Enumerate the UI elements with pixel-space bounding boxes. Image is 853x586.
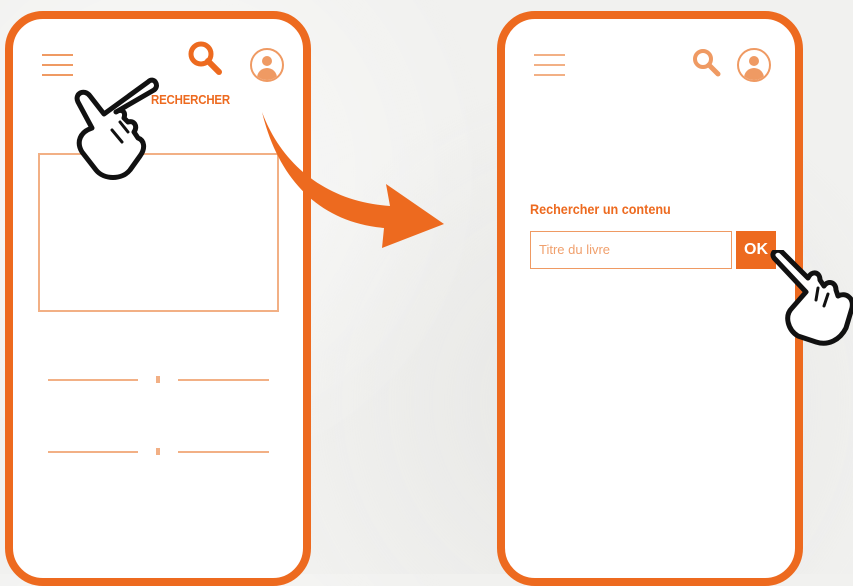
text-placeholder-line bbox=[48, 451, 138, 453]
curved-arrow-icon bbox=[262, 112, 444, 248]
text-placeholder-line bbox=[178, 379, 269, 381]
text-placeholder-line bbox=[178, 451, 269, 453]
search-input[interactable]: Titre du livre bbox=[530, 231, 732, 269]
text-placeholder-dot bbox=[156, 448, 160, 455]
avatar-head bbox=[262, 56, 272, 66]
user-avatar-icon[interactable] bbox=[250, 48, 284, 82]
text-placeholder-line bbox=[48, 379, 138, 381]
avatar-head bbox=[749, 56, 759, 66]
phone-frame-right: Rechercher un contenu Titre du livre OK bbox=[497, 11, 803, 586]
search-icon[interactable] bbox=[186, 39, 226, 79]
avatar-shoulders bbox=[744, 68, 764, 80]
text-placeholder-dot bbox=[156, 376, 160, 383]
pointing-hand-icon bbox=[74, 77, 159, 180]
user-avatar-icon[interactable] bbox=[737, 48, 771, 82]
search-icon[interactable] bbox=[691, 47, 723, 79]
search-form-title: Rechercher un contenu bbox=[530, 201, 671, 217]
hamburger-menu-icon[interactable] bbox=[534, 54, 565, 84]
avatar-shoulders bbox=[257, 68, 277, 80]
pointing-hand-icon bbox=[770, 250, 853, 346]
